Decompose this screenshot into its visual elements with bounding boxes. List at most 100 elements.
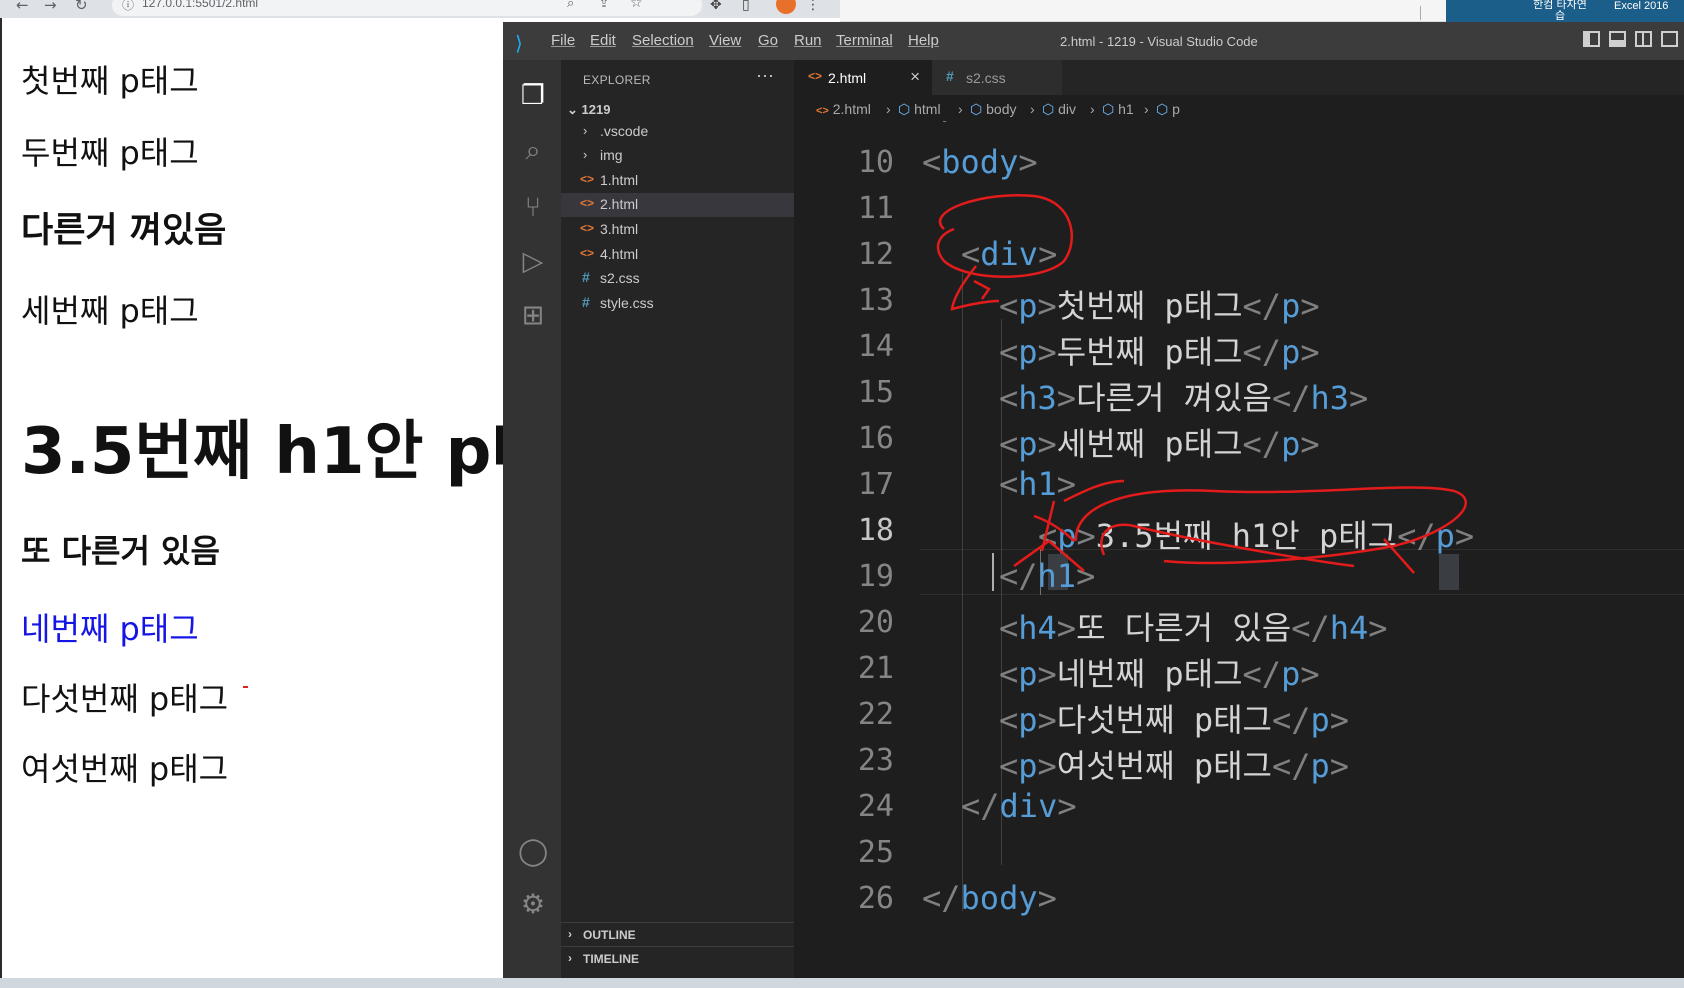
rendered-h4: 또 다른거 있음	[21, 532, 220, 570]
breadcrumb-p[interactable]: ⬡ p	[1156, 101, 1180, 118]
chevron-right-icon: ›	[1090, 101, 1095, 117]
accounts-icon[interactable]: ◯	[518, 836, 548, 867]
menu-terminal[interactable]: Terminal	[836, 32, 893, 49]
rendered-p-3: 세번째 p태그	[21, 292, 199, 330]
css-file-icon: #	[582, 269, 590, 285]
zoom-icon[interactable]: ⌕	[567, 0, 574, 11]
tree-item-label: 2.html	[600, 196, 639, 212]
tree-item-label: 3.html	[600, 221, 639, 237]
tree-item-img[interactable]: › img	[561, 144, 794, 168]
taskbar-item-typing[interactable]: 한컴 타자연습	[1530, 0, 1590, 22]
bookmark-star-icon[interactable]: ☆	[630, 0, 643, 11]
symbol-element-icon: ⬡	[970, 101, 983, 117]
html-file-icon: <>	[580, 221, 595, 235]
tree-item-label: s2.css	[600, 270, 640, 286]
chevron-right-icon: ›	[886, 101, 891, 117]
tree-item-1-html[interactable]: <> 1.html	[561, 169, 794, 193]
rendered-p-5: 다섯번째 p태그	[21, 680, 229, 718]
profile-avatar[interactable]	[776, 0, 796, 14]
toggle-sidebar-icon[interactable]	[1583, 31, 1600, 47]
settings-gear-icon[interactable]: ⚙	[518, 889, 548, 920]
symbol-element-icon: ⬡	[1042, 101, 1055, 117]
run-debug-icon[interactable]: ▷	[518, 246, 548, 277]
desktop-bottom-strip	[0, 978, 1684, 988]
tree-item-vscode[interactable]: › .vscode	[561, 120, 794, 144]
rendered-h1-p: 3.5번째 h1안 p태그	[21, 415, 503, 489]
css-file-icon: #	[582, 294, 590, 310]
menu-edit[interactable]: Edit	[590, 32, 616, 49]
annotation-h1-cross	[1013, 500, 1085, 572]
tree-item-label: style.css	[600, 295, 654, 311]
toggle-panel-icon[interactable]	[1609, 31, 1626, 47]
tree-item-4-html[interactable]: <> 4.html	[561, 243, 794, 267]
rendered-p-1: 첫번째 p태그	[21, 62, 199, 100]
reading-list-icon[interactable]: ▯	[742, 0, 750, 13]
tree-item-label: 1.html	[600, 172, 639, 188]
menu-view[interactable]: View	[709, 32, 741, 49]
source-control-icon[interactable]: ⑂	[518, 192, 548, 223]
vscode-logo-icon: ⟩	[515, 33, 523, 55]
menu-run[interactable]: Run	[794, 32, 822, 49]
editor-group: <> 2.html × # s2.css <> 2.html › ⬡ html …	[794, 60, 1684, 978]
share-icon[interactable]: ⇪	[599, 0, 609, 10]
chevron-right-icon: ›	[583, 123, 588, 138]
taskbar: 한컴 타자연습 Excel 2016	[1446, 0, 1684, 22]
tree-item-3-html[interactable]: <> 3.html	[561, 218, 794, 242]
css-file-icon: #	[946, 68, 954, 84]
tree-item-2-html[interactable]: <> 2.html	[561, 193, 794, 217]
breadcrumb-div[interactable]: ⬡ div	[1042, 101, 1076, 118]
close-icon[interactable]: ×	[910, 67, 920, 87]
extensions-puzzle-icon[interactable]: ✥	[710, 0, 722, 13]
annotation-underline	[1100, 523, 1355, 568]
annotation-h1-arrow	[1063, 479, 1125, 503]
tree-item-style-css[interactable]: # style.css	[561, 292, 794, 316]
tab-2-html[interactable]: <> 2.html ×	[794, 60, 932, 95]
window-title: 2.html - 1219 - Visual Studio Code	[1060, 34, 1258, 49]
tree-item-s2-css[interactable]: # s2.css	[561, 267, 794, 291]
breadcrumb-h1[interactable]: ⬡ h1	[1102, 101, 1134, 118]
chevron-down-icon: ⌄	[567, 102, 578, 117]
extensions-icon[interactable]: ⊞	[518, 300, 548, 331]
code-editor[interactable]: 9 10 11 12 13 14 15 16 17 18 19 20 21 22…	[794, 121, 1684, 978]
back-arrow-icon[interactable]: ←	[16, 0, 29, 14]
annotation-div-circle	[936, 194, 1073, 278]
chevron-right-icon: ›	[568, 951, 572, 965]
timeline-panel-header[interactable]: › TIMELINE	[561, 946, 794, 970]
forward-arrow-icon[interactable]: →	[44, 0, 57, 14]
menu-file[interactable]: File	[551, 32, 575, 49]
info-icon[interactable]: ⓘ	[122, 0, 134, 13]
rendered-p-6: 여섯번째 p태그	[21, 750, 229, 788]
reload-icon[interactable]: ↻	[75, 0, 88, 14]
breadcrumb-html[interactable]: ⬡ html	[898, 101, 941, 118]
symbol-element-icon: ⬡	[1102, 101, 1115, 117]
rendered-h3: 다른거 껴있음	[21, 211, 227, 251]
taskbar-item-excel[interactable]: Excel 2016	[1614, 0, 1668, 12]
tree-item-label: img	[600, 147, 623, 163]
split-editor-icon[interactable]	[1635, 31, 1652, 47]
html-file-icon: <>	[580, 172, 595, 186]
more-actions-icon[interactable]: ···	[756, 65, 774, 86]
tree-item-label: 4.html	[600, 246, 639, 262]
menu-help[interactable]: Help	[908, 32, 939, 49]
chevron-right-icon: ›	[1144, 101, 1149, 117]
symbol-element-icon: ⬡	[898, 101, 911, 117]
address-bar[interactable]: ⓘ 127.0.0.1:5501/2.html ⌕ ⇪ ☆	[112, 0, 702, 16]
scrollbar-arrow-icon[interactable]	[1420, 6, 1430, 20]
annotation-arrow-div-to-p	[950, 265, 1000, 311]
breadcrumb-body[interactable]: ⬡ body	[970, 101, 1016, 118]
search-icon[interactable]: ⌕	[518, 135, 548, 167]
menu-go[interactable]: Go	[758, 32, 778, 49]
explorer-files-icon[interactable]: ❐	[518, 80, 548, 111]
html-file-icon: <>	[580, 196, 595, 210]
customize-layout-icon[interactable]	[1661, 31, 1678, 47]
tree-item-label: .vscode	[600, 123, 649, 139]
more-menu-icon[interactable]: ⋮	[806, 0, 820, 13]
breadcrumb-file[interactable]: <> 2.html	[816, 101, 871, 117]
menu-selection[interactable]: Selection	[632, 32, 694, 49]
background-window-strip	[840, 0, 1446, 22]
outline-panel-header[interactable]: › OUTLINE	[561, 922, 794, 946]
html-file-icon: <>	[580, 246, 595, 260]
folder-root[interactable]: ⌄ 1219	[567, 102, 610, 118]
explorer-sidebar: EXPLORER ··· ⌄ 1219 › .vscode › img <> 1…	[561, 60, 794, 978]
tab-s2-css[interactable]: # s2.css	[932, 60, 1062, 95]
